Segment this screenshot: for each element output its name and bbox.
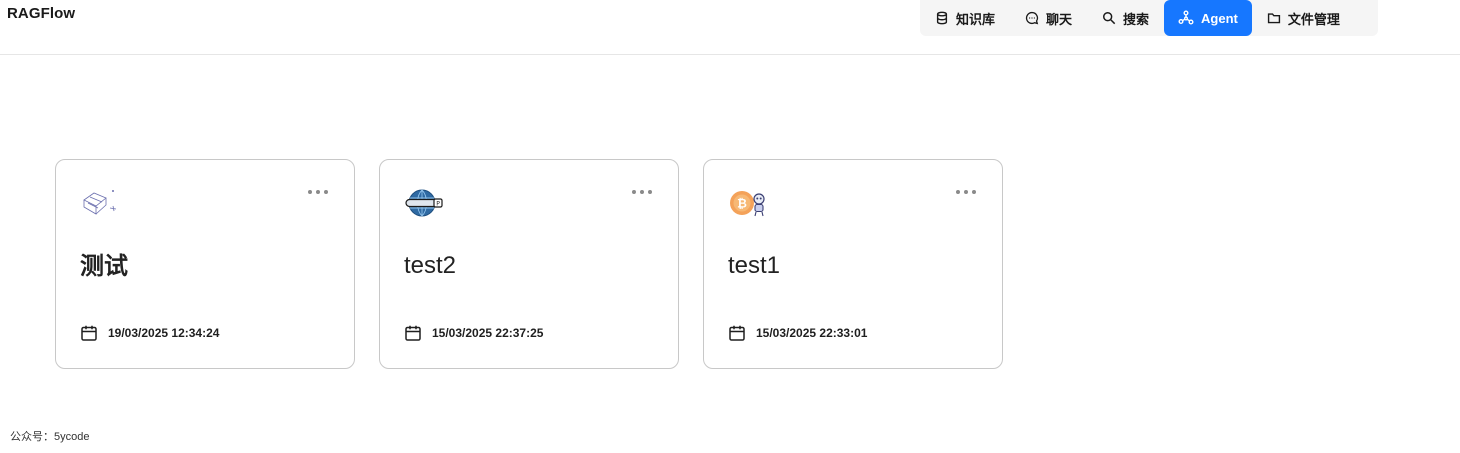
agent-date-text: 15/03/2025 22:37:25 <box>432 326 544 340</box>
calendar-icon <box>729 325 745 341</box>
footer-watermark-text: 公众号：5ycode <box>10 431 90 443</box>
nav-label: 聊天 <box>1046 11 1073 27</box>
nav-label: 文件管理 <box>1287 11 1340 27</box>
folder-icon <box>1267 13 1281 24</box>
more-options-button[interactable] <box>308 190 328 194</box>
nav-item-file-management[interactable]: 文件管理 <box>1252 0 1355 36</box>
svg-text:₿: ₿ <box>737 197 747 211</box>
app-logo-text[interactable]: RAGFlow <box>7 5 75 22</box>
main-nav: 知识库 聊天 搜索 Agent 文件管理 <box>920 0 1378 36</box>
search-icon <box>1103 12 1116 25</box>
agent-date: 15/03/2025 22:37:25 <box>404 324 543 342</box>
agent-card-list: 测试 19/03/2025 12:34:24 P test2 15/03/202… <box>55 159 1003 369</box>
agent-date: 19/03/2025 12:34:24 <box>80 324 219 342</box>
agent-card[interactable]: 测试 19/03/2025 12:34:24 <box>55 159 355 369</box>
chat-bubble-icon <box>1025 11 1039 25</box>
calendar-icon <box>405 325 421 341</box>
database-icon <box>936 11 948 25</box>
agent-title: 测试 <box>80 253 128 280</box>
coin-robot-avatar: ₿ <box>730 191 765 217</box>
svg-text:P: P <box>436 200 440 207</box>
nav-label: Agent <box>1201 10 1238 26</box>
agent-date-text: 19/03/2025 12:34:24 <box>108 326 220 340</box>
calendar-icon <box>81 325 97 341</box>
agent-title: test1 <box>728 252 781 279</box>
globe-avatar: P <box>405 189 443 217</box>
nav-label: 知识库 <box>956 11 996 27</box>
nav-label: 搜索 <box>1123 11 1150 27</box>
agent-title: test2 <box>404 252 457 279</box>
nav-item-agent[interactable]: Agent <box>1164 0 1252 36</box>
agent-date-text: 15/03/2025 22:33:01 <box>756 326 868 340</box>
more-options-button[interactable] <box>632 190 652 194</box>
nav-item-knowledge-base[interactable]: 知识库 <box>920 0 1010 36</box>
nav-item-chat[interactable]: 聊天 <box>1010 0 1087 36</box>
agent-card[interactable]: P test2 15/03/2025 22:37:25 <box>379 159 679 369</box>
agent-graph-icon <box>1178 10 1194 25</box>
more-options-button[interactable] <box>956 190 976 194</box>
sketch-box-avatar <box>83 190 117 215</box>
agent-date: 15/03/2025 22:33:01 <box>728 324 867 342</box>
agent-card[interactable]: ₿ test1 15/03/2025 22:33:01 <box>703 159 1003 369</box>
top-header: RAGFlow 知识库 聊天 搜索 Agent 文件管理 <box>0 0 1460 55</box>
nav-item-search[interactable]: 搜索 <box>1087 0 1164 36</box>
